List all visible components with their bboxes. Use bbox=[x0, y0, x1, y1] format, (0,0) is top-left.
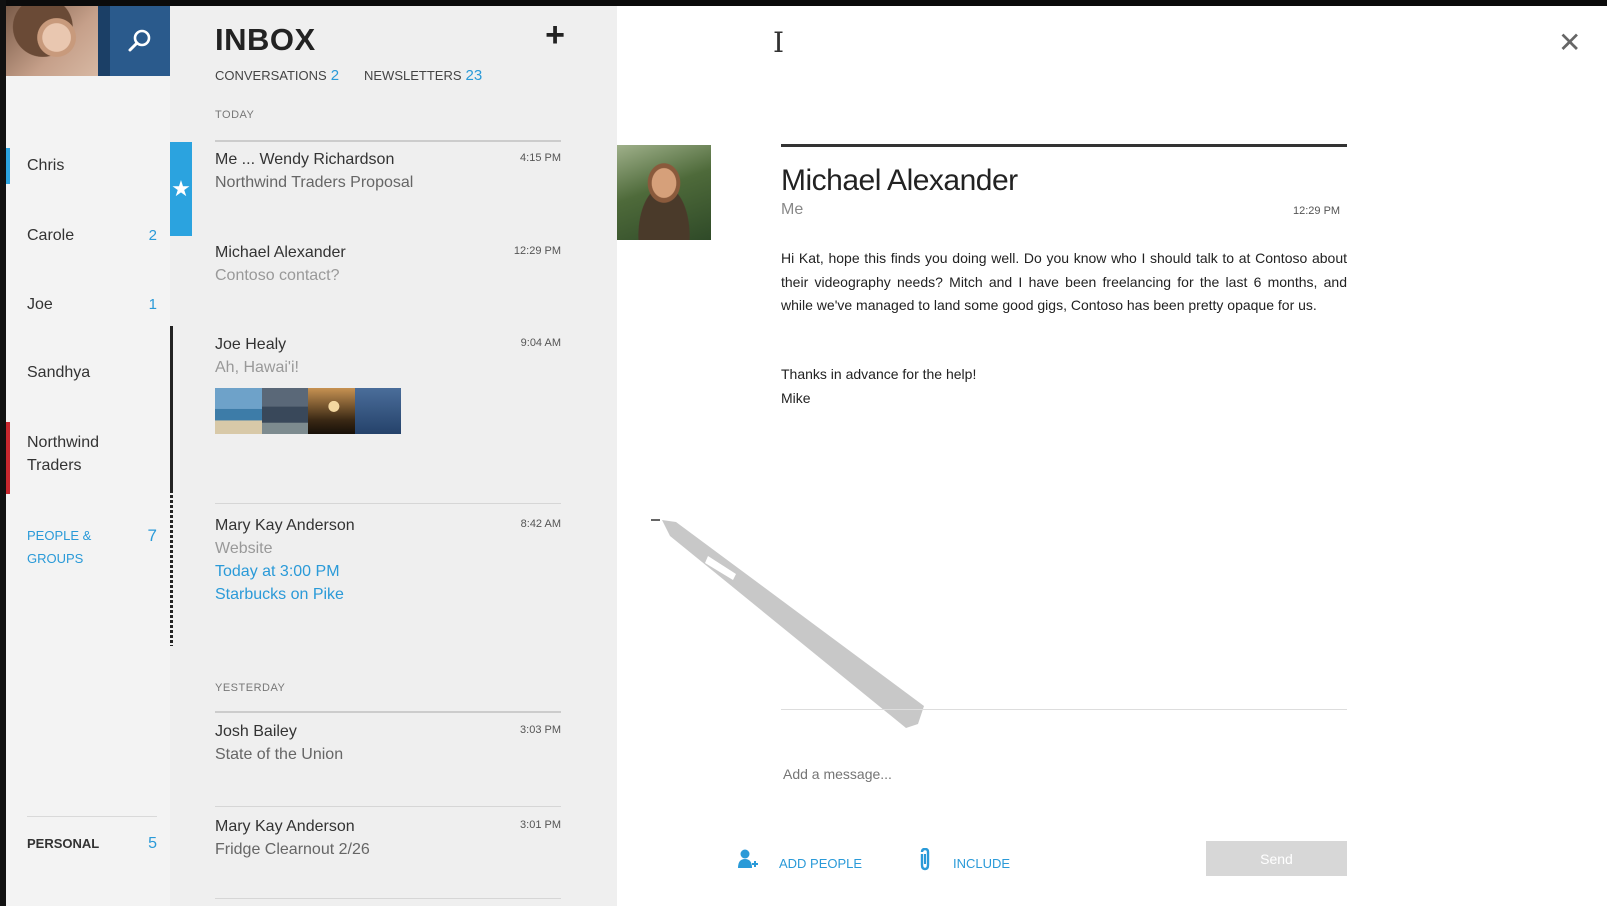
compose-divider bbox=[781, 709, 1347, 710]
message-subject: Contoso contact? bbox=[215, 267, 340, 284]
sidebar-item-label: Chris bbox=[27, 157, 65, 174]
list-item[interactable]: Mary Kay Anderson 3:01 PM Fridge Clearno… bbox=[215, 815, 561, 861]
meeting-time-link[interactable]: Today at 3:00 PM bbox=[215, 560, 561, 583]
star-icon: ★ bbox=[171, 176, 191, 201]
message-body: Hi Kat, hope this finds you doing well. … bbox=[781, 247, 1347, 340]
photo-thumbnail[interactable] bbox=[215, 388, 262, 434]
sidebar-item-label: Northwind Traders bbox=[27, 434, 100, 474]
add-person-icon bbox=[737, 848, 759, 878]
text-cursor-icon: I bbox=[773, 26, 785, 59]
list-item[interactable]: Me ... Wendy Richardson 4:15 PM Northwin… bbox=[215, 148, 561, 194]
personal-count: 5 bbox=[148, 835, 157, 852]
message-sender: Joe Healy bbox=[215, 336, 287, 353]
sender-name[interactable]: Michael Alexander bbox=[781, 164, 1018, 198]
send-button[interactable]: Send bbox=[1206, 841, 1347, 876]
people-groups-count: 7 bbox=[147, 526, 157, 545]
section-divider bbox=[215, 711, 561, 713]
photo-thumbnail[interactable] bbox=[308, 388, 355, 434]
include-button[interactable]: INCLUDE bbox=[917, 847, 1011, 878]
message-subject: Northwind Traders Proposal bbox=[215, 174, 414, 191]
star-flag[interactable]: ★ bbox=[170, 142, 192, 236]
message-subject: State of the Union bbox=[215, 746, 344, 763]
sidebar-divider bbox=[27, 816, 157, 817]
scroll-indicator[interactable] bbox=[170, 326, 173, 490]
message-sender: Me ... Wendy Richardson bbox=[215, 151, 395, 168]
unread-count: 2 bbox=[148, 227, 157, 244]
message-time: 12:29 PM bbox=[1293, 205, 1341, 217]
recipient[interactable]: Me bbox=[781, 201, 803, 219]
include-label: INCLUDE bbox=[953, 855, 1011, 871]
message-sender: Michael Alexander bbox=[215, 244, 346, 261]
sidebar-item-people-groups[interactable]: PEOPLE & GROUPS bbox=[27, 524, 117, 570]
message-time: 4:15 PM bbox=[520, 152, 561, 164]
message-sender: Josh Bailey bbox=[215, 723, 297, 740]
message-closing: Thanks in advance for the help! bbox=[781, 366, 977, 382]
sidebar-item-chris[interactable]: Chris bbox=[27, 154, 157, 177]
meeting-location-link[interactable]: Starbucks on Pike bbox=[215, 583, 561, 606]
section-divider bbox=[215, 140, 561, 142]
message-time: 12:29 PM bbox=[513, 245, 561, 257]
photo-thumbnails[interactable] bbox=[215, 388, 401, 434]
tab-newsletters[interactable]: NEWSLETTERS 23 bbox=[364, 67, 482, 84]
tab-conversations[interactable]: CONVERSATIONS 2 bbox=[215, 67, 339, 84]
close-button[interactable]: ✕ bbox=[1558, 26, 1581, 59]
tab-label: CONVERSATIONS bbox=[215, 68, 327, 83]
inbox-pane: INBOX + CONVERSATIONS 2 NEWSLETTERS 23 TOD… bbox=[170, 6, 617, 906]
message-time: 8:42 AM bbox=[520, 518, 561, 530]
paperclip-icon bbox=[917, 847, 933, 878]
list-item[interactable]: Mary Kay Anderson 8:42 AM Website Today … bbox=[215, 514, 561, 606]
new-message-button[interactable]: + bbox=[540, 18, 570, 52]
sidebar-item-label: Joe bbox=[27, 296, 53, 313]
user-avatar[interactable] bbox=[6, 6, 98, 76]
message-sender: Mary Kay Anderson bbox=[215, 517, 355, 534]
active-contact-marker bbox=[6, 148, 10, 184]
photo-thumbnail[interactable] bbox=[261, 388, 308, 434]
message-time: 9:04 AM bbox=[520, 337, 561, 349]
row-divider bbox=[215, 503, 561, 504]
row-divider bbox=[215, 898, 561, 899]
yesterday-label: YESTERDAY bbox=[215, 682, 286, 694]
add-people-button[interactable]: ADD PEOPLE bbox=[737, 848, 862, 878]
tab-count: 2 bbox=[330, 67, 340, 84]
tab-count: 23 bbox=[465, 67, 483, 84]
list-item[interactable]: Michael Alexander 12:29 PM Contoso conta… bbox=[215, 241, 561, 287]
sidebar-item-label: Sandhya bbox=[27, 364, 91, 381]
message-subject: Fridge Clearnout 2/26 bbox=[215, 841, 370, 858]
sidebar-item-northwind-traders[interactable]: Northwind Traders bbox=[27, 431, 117, 477]
search-button[interactable] bbox=[110, 6, 170, 76]
search-icon bbox=[128, 29, 151, 52]
group-color-marker bbox=[6, 422, 10, 494]
sidebar-item-label: Carole bbox=[27, 227, 75, 244]
sidebar-item-sandhya[interactable]: Sandhya bbox=[27, 361, 157, 384]
message-paragraph: Hi Kat, hope this finds you doing well. … bbox=[781, 250, 1347, 313]
photo-thumbnail[interactable] bbox=[354, 388, 401, 434]
message-signoff: Mike bbox=[781, 390, 811, 406]
tab-label: NEWSLETTERS bbox=[364, 68, 462, 83]
message-time: 3:03 PM bbox=[520, 724, 561, 736]
message-time: 3:01 PM bbox=[520, 819, 561, 831]
inbox-title: INBOX bbox=[215, 22, 316, 57]
sidebar-item-joe[interactable]: Joe 1 bbox=[27, 293, 157, 316]
today-label: TODAY bbox=[215, 109, 255, 121]
message-sender: Mary Kay Anderson bbox=[215, 818, 355, 835]
row-divider bbox=[215, 806, 561, 807]
mail-app: Chris Carole 2 Joe 1 Sandhya Northwind T… bbox=[0, 0, 1607, 906]
personal-label: PERSONAL bbox=[27, 836, 100, 851]
profile-header bbox=[6, 6, 170, 76]
scroll-track[interactable] bbox=[170, 490, 173, 646]
sidebar-item-personal[interactable]: PERSONAL 5 bbox=[27, 832, 157, 855]
list-item[interactable]: Joe Healy 9:04 AM Ah, Hawai'i! bbox=[215, 333, 561, 434]
sidebar-item-carole[interactable]: Carole 2 bbox=[27, 224, 157, 247]
compose-message-input[interactable] bbox=[781, 765, 1345, 783]
sender-avatar[interactable] bbox=[617, 145, 711, 240]
unread-count: 1 bbox=[148, 296, 157, 313]
add-people-label: ADD PEOPLE bbox=[779, 855, 863, 871]
message-subject: Ah, Hawai'i! bbox=[215, 359, 299, 376]
people-groups-label: PEOPLE & GROUPS bbox=[27, 528, 92, 566]
list-item[interactable]: Josh Bailey 3:03 PM State of the Union bbox=[215, 720, 561, 766]
message-header-rule bbox=[781, 144, 1347, 147]
message-subject: Website bbox=[215, 540, 273, 557]
sidebar: Chris Carole 2 Joe 1 Sandhya Northwind T… bbox=[6, 6, 170, 906]
close-icon: ✕ bbox=[1558, 27, 1582, 58]
